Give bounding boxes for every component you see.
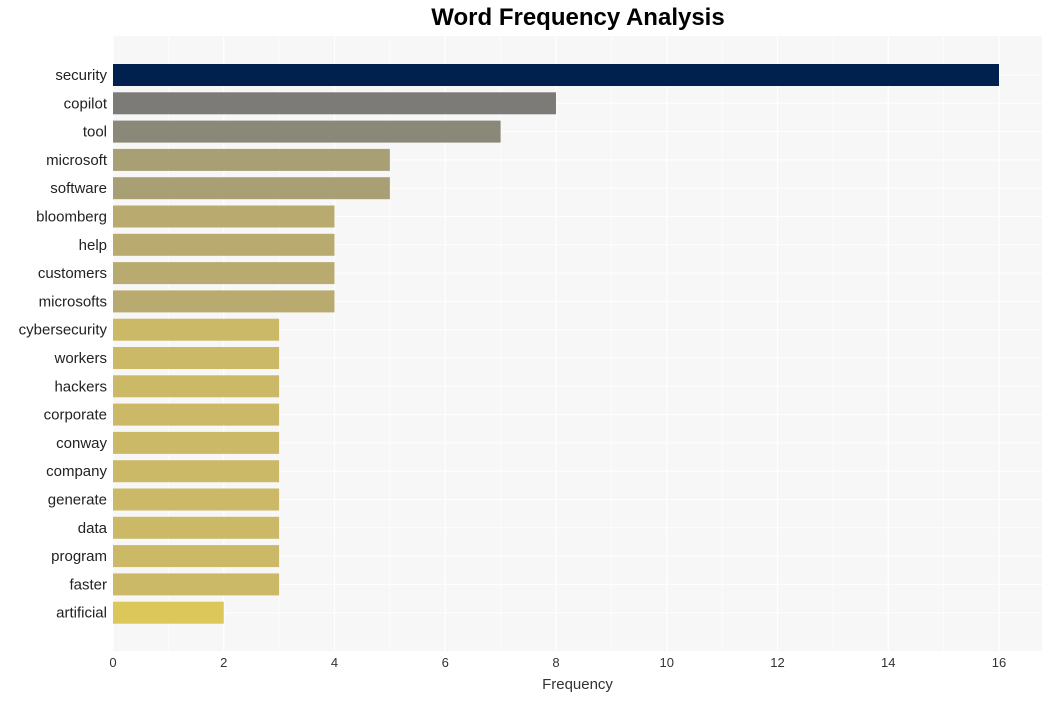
category-label-hackers: hackers [54,378,107,395]
x-tick-label: 6 [442,655,449,670]
bar-faster [113,573,280,596]
bar-workers [113,347,280,369]
bar-cybersecurity [113,318,280,341]
category-label-data: data [78,520,108,537]
category-labels: security copilot tool microsoft software bloo… [19,67,108,622]
category-label-microsofts: microsofts [39,293,107,310]
category-label-cybersecurity: cybersecurity [19,322,108,339]
x-tick-label: 12 [770,655,784,670]
x-tick-label: 4 [331,655,338,670]
bar-hackers [113,375,280,398]
category-label-generate: generate [48,492,107,509]
bar-microsofts [113,290,335,313]
x-tick-label: 8 [552,655,559,670]
x-axis-ticks: 0 2 4 6 8 10 12 14 16 [109,655,1006,670]
bar-help [113,233,335,256]
x-tick-label: 14 [881,655,895,670]
bar-bloomberg [113,205,335,228]
bar-conway [113,431,280,454]
category-label-copilot: copilot [64,95,108,112]
x-tick-label: 0 [109,655,116,670]
category-label-conway: conway [56,435,107,452]
category-label-company: company [46,463,107,480]
category-label-bloomberg: bloomberg [36,209,107,226]
category-label-program: program [51,548,107,565]
x-axis-title: Frequency [542,676,613,693]
category-label-workers: workers [53,350,107,367]
category-label-faster: faster [69,576,107,593]
category-label-software: software [50,180,107,197]
x-tick-label: 2 [220,655,227,670]
bar-data [113,516,280,539]
bar-software [113,177,390,200]
bar-artificial [113,601,224,624]
bar-security [113,64,999,86]
bar-copilot [113,92,556,115]
category-label-customers: customers [38,265,107,282]
bar-customers [113,262,335,285]
category-label-artificial: artificial [56,605,107,622]
category-label-security: security [55,67,107,84]
category-label-corporate: corporate [44,407,107,424]
category-label-tool: tool [83,124,107,141]
bar-program [113,545,280,568]
bar-chart: security copilot tool microsoft software bloo… [19,36,1042,693]
x-tick-label: 10 [660,655,674,670]
bar-corporate [113,403,280,426]
category-label-help: help [79,237,107,254]
bar-generate [113,488,280,511]
x-tick-label: 16 [992,655,1006,670]
bar-microsoft [113,148,390,171]
category-label-microsoft: microsoft [46,152,108,169]
bar-company [113,460,280,483]
bar-tool [113,120,501,143]
